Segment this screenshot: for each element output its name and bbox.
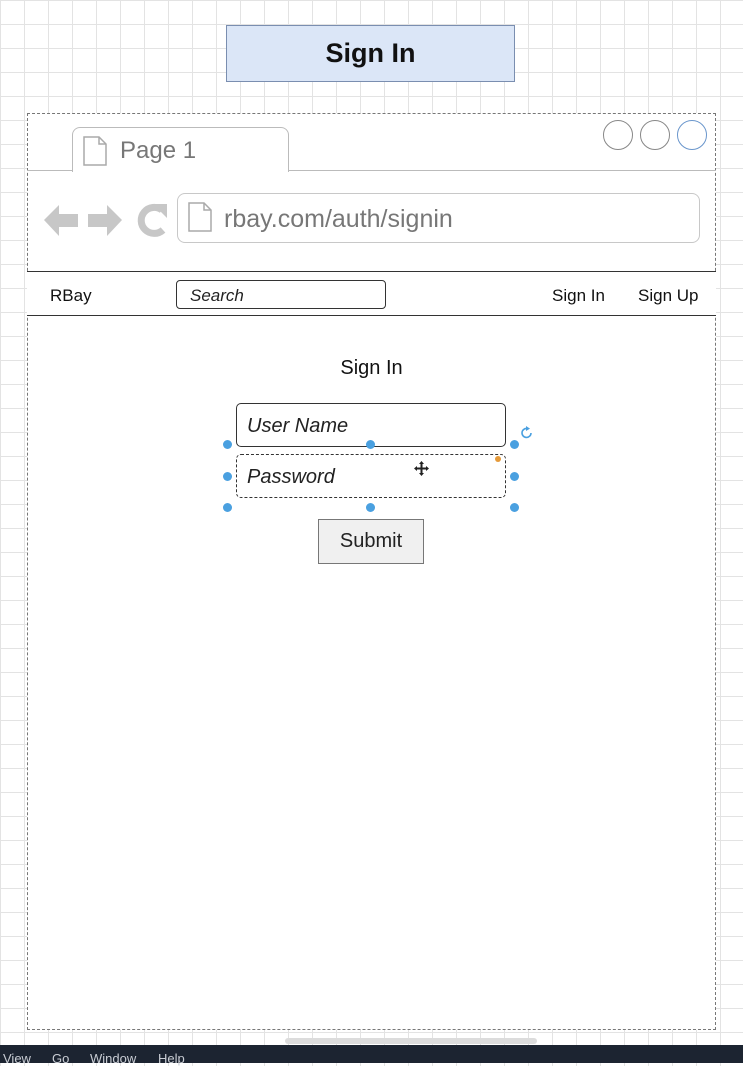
menu-window[interactable]: Window (90, 1051, 136, 1066)
reload-icon[interactable] (137, 203, 167, 237)
window-button-minimize[interactable] (640, 120, 670, 150)
nav-link-sign-up[interactable]: Sign Up (638, 286, 698, 306)
corner-radius-handle[interactable] (495, 456, 501, 462)
selection-handle[interactable] (510, 472, 519, 481)
forward-arrow-icon[interactable] (88, 205, 122, 236)
back-arrow-icon[interactable] (44, 205, 78, 236)
selection-handle[interactable] (366, 503, 375, 512)
selection-handle[interactable] (223, 472, 232, 481)
browser-mockup-frame[interactable] (27, 113, 716, 1030)
menu-help[interactable]: Help (158, 1051, 185, 1066)
navigation-buttons (44, 203, 167, 237)
document-icon (82, 136, 108, 171)
menu-go[interactable]: Go (52, 1051, 69, 1066)
selection-handle[interactable] (510, 503, 519, 512)
menu-view[interactable]: View (3, 1051, 31, 1066)
username-placeholder: User Name (247, 415, 349, 437)
rotate-icon[interactable] (520, 426, 534, 440)
brand-logo[interactable]: RBay (50, 286, 92, 306)
search-placeholder: Search (190, 286, 244, 305)
window-button-close[interactable] (603, 120, 633, 150)
tab-label: Page 1 (120, 137, 197, 164)
selection-handle[interactable] (223, 440, 232, 449)
document-icon (187, 202, 213, 237)
nav-link-sign-in[interactable]: Sign In (552, 286, 605, 306)
diagram-title-text: Sign In (325, 38, 416, 68)
selection-handle[interactable] (510, 440, 519, 449)
selection-handle[interactable] (366, 440, 375, 449)
horizontal-scrollbar[interactable] (285, 1038, 537, 1044)
submit-button[interactable]: Submit (318, 519, 424, 564)
window-button-maximize[interactable] (677, 120, 707, 150)
move-cursor-icon (414, 461, 429, 476)
selection-handle[interactable] (223, 503, 232, 512)
form-heading: Sign In (340, 357, 403, 379)
url-text: rbay.com/auth/signin (224, 205, 453, 233)
diagram-title[interactable]: Sign In (226, 25, 515, 82)
password-placeholder: Password (247, 466, 335, 488)
